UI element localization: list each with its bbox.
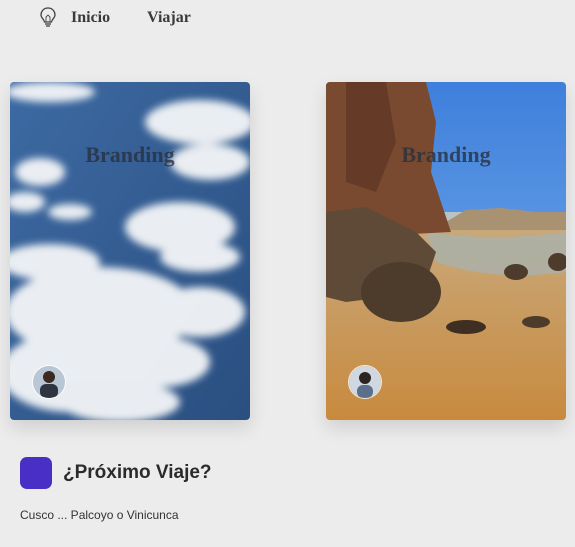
next-trip-header: ¿Próximo Viaje? xyxy=(20,457,212,489)
card-title: Branding xyxy=(85,142,175,167)
nav-link-viajar[interactable]: Viajar xyxy=(147,9,191,27)
nav-link-inicio[interactable]: Inicio xyxy=(71,9,110,27)
card-title: Branding xyxy=(401,142,491,167)
traveler-avatar[interactable] xyxy=(32,365,66,399)
lightbulb-icon xyxy=(40,7,56,27)
next-trip-description: Cusco ... Palcoyo o Vinicunca xyxy=(20,508,179,522)
traveler-avatar[interactable] xyxy=(348,365,382,399)
accent-square-icon xyxy=(20,457,52,489)
card-beach[interactable]: Branding xyxy=(326,82,566,420)
top-nav: Inicio Viajar xyxy=(0,0,575,36)
card-sky[interactable]: Branding xyxy=(10,82,250,420)
next-trip-heading: ¿Próximo Viaje? xyxy=(63,462,212,483)
